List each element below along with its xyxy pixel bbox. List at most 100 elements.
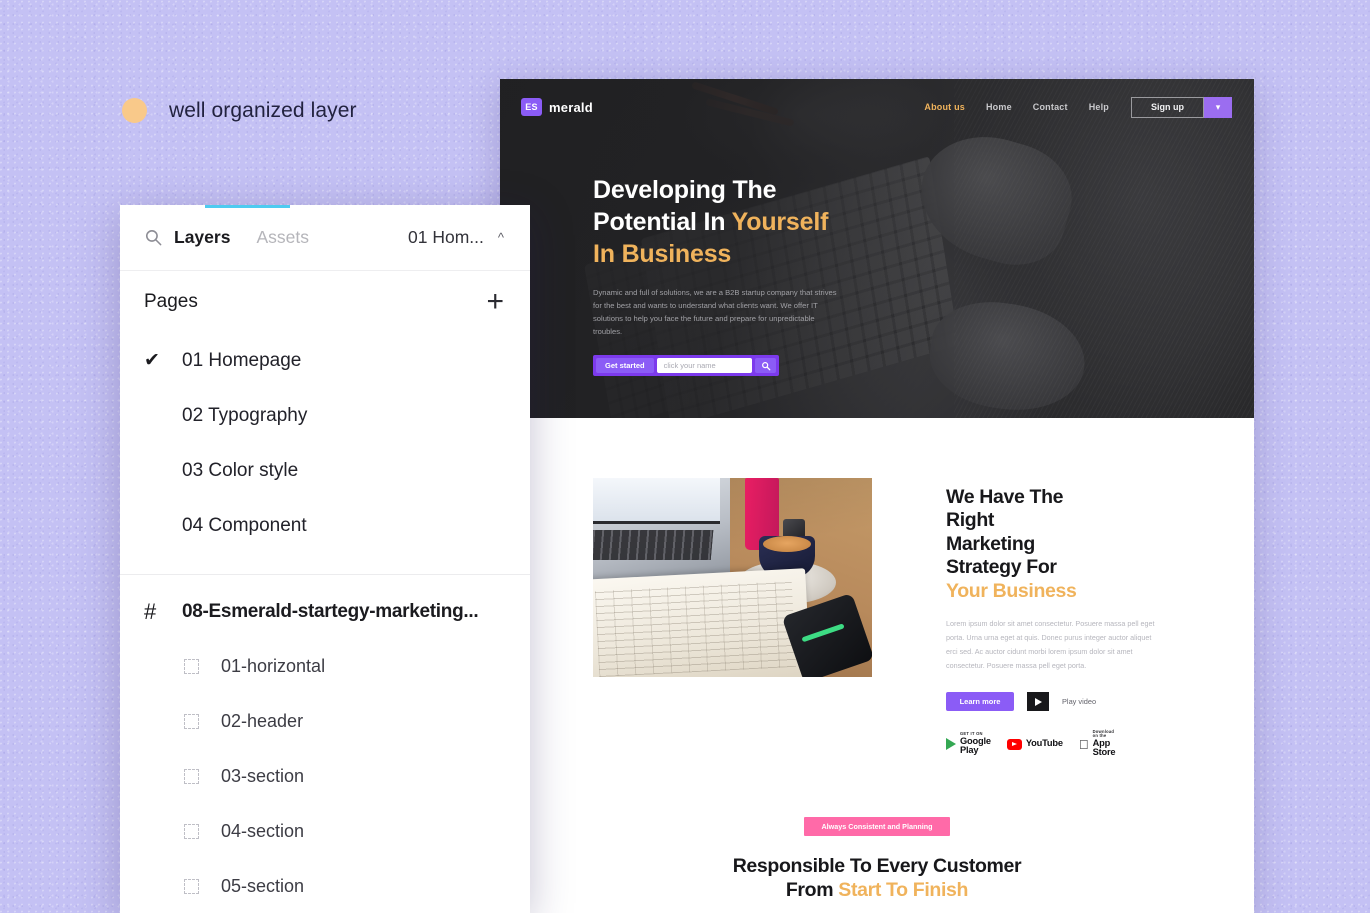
page-item-04-component[interactable]: 04 Component <box>120 498 530 553</box>
hero-heading-line1: Developing The <box>593 176 777 204</box>
layer-item-01-horizontal[interactable]: 01-horizontal <box>120 639 530 694</box>
nav-link-help[interactable]: Help <box>1089 102 1109 112</box>
responsible-heading-line1: Responsible To Every Customer <box>732 855 1022 878</box>
page-item-02-typography[interactable]: 02 Typography <box>120 388 530 443</box>
check-icon: ✔ <box>144 350 160 371</box>
layer-item-label: 01-horizontal <box>221 656 326 676</box>
chevron-down-icon[interactable]: ▾ <box>1204 96 1232 118</box>
website-mockup: ES merald About us Home Contact Help Sig… <box>500 79 1254 913</box>
nav-link-contact[interactable]: Contact <box>1033 102 1068 112</box>
site-navbar: ES merald About us Home Contact Help Sig… <box>500 79 1254 135</box>
hero-content: Developing The Potential In Yourself In … <box>593 175 893 377</box>
page-item-01-homepage[interactable]: ✔ 01 Homepage <box>120 333 530 388</box>
status-badge: Always Consistent and Planning <box>804 817 950 837</box>
google-play-icon <box>946 738 956 751</box>
search-icon[interactable] <box>755 358 776 374</box>
strategy-actions: Learn more Play video <box>946 692 1100 712</box>
apple-icon:  <box>1079 738 1089 751</box>
strategy-paragraph: Lorem ipsum dolor sit amet consectetur. … <box>946 618 1155 671</box>
google-play-big: Google Play <box>960 735 991 756</box>
play-icon[interactable] <box>1027 692 1049 712</box>
responsible-heading-line2: From <box>785 878 839 901</box>
logo-badge: ES <box>521 98 542 116</box>
hero-heading: Developing The Potential In Yourself In … <box>593 175 893 270</box>
page-item-label: 03 Color style <box>182 459 299 481</box>
page-item-label: 02 Typography <box>182 404 308 426</box>
layer-item-label: 02-header <box>221 711 304 731</box>
app-store-badge[interactable]:  Download on the App Store <box>1079 730 1116 758</box>
youtube-badge[interactable]: YouTube <box>1006 738 1063 750</box>
annotation-dot <box>122 98 147 123</box>
strategy-heading: We Have The Right Marketing Strategy For… <box>946 486 1100 603</box>
photo-laptop <box>593 478 730 586</box>
strategy-content: We Have The Right Marketing Strategy For… <box>872 478 1155 758</box>
tab-layers[interactable]: Layers <box>174 227 230 248</box>
panel-accent-bar <box>205 205 290 208</box>
signup-button[interactable]: Sign up <box>1131 96 1204 118</box>
photo-coffee-crema <box>763 536 811 552</box>
page-item-label: 04 Component <box>182 514 307 536</box>
logo-text: merald <box>549 99 593 115</box>
layer-item-label: 03-section <box>221 766 305 786</box>
layer-item-02-header[interactable]: 02-header <box>120 694 530 749</box>
google-play-badge[interactable]: GET IT ON Google Play <box>946 731 991 756</box>
nav-links: About us Home Contact Help <box>924 102 1109 112</box>
panel-header: Layers Assets 01 Hom... ^ <box>120 205 530 271</box>
frame-icon <box>184 879 221 894</box>
annotation: well organized layer <box>122 98 357 123</box>
hero-heading-highlight-2: In Business <box>593 239 732 268</box>
responsible-heading-highlight: Start To Finish <box>838 878 969 901</box>
youtube-big: YouTube <box>1025 738 1063 749</box>
hero-section: ES merald About us Home Contact Help Sig… <box>500 79 1254 418</box>
site-logo[interactable]: ES merald <box>521 98 593 116</box>
page-item-03-color-style[interactable]: 03 Color style <box>120 443 530 498</box>
layer-frame-label: 08-Esmerald-startegy-marketing... <box>182 600 479 622</box>
get-started-button[interactable]: Get started <box>596 358 654 374</box>
responsible-section: Always Consistent and Planning Responsib… <box>500 816 1254 913</box>
layer-item-03-section[interactable]: 03-section <box>120 749 530 804</box>
hero-cta-row: Get started click your name <box>593 355 779 377</box>
page-item-label: 01 Homepage <box>182 349 302 371</box>
hero-heading-line2: Potential In <box>593 207 732 236</box>
play-video-label[interactable]: Play video <box>1062 697 1096 706</box>
photo-laptop-keyboard <box>593 530 714 560</box>
add-page-button[interactable]: + <box>486 287 504 317</box>
hero-paragraph: Dynamic and full of solutions, we are a … <box>593 288 837 337</box>
nav-link-home[interactable]: Home <box>986 102 1012 112</box>
signup-button-group[interactable]: Sign up ▾ <box>1131 96 1232 118</box>
frame-icon <box>184 714 221 729</box>
search-icon[interactable] <box>144 228 174 247</box>
app-store-big: App Store <box>1082 737 1116 758</box>
frame-icon <box>184 659 221 674</box>
strategy-heading-line2: Marketing Strategy For <box>946 532 1057 579</box>
layer-item-label: 05-section <box>221 876 305 896</box>
canvas: well organized layer ES merald About us … <box>0 0 1370 913</box>
youtube-icon <box>1006 738 1022 750</box>
responsible-heading: Responsible To Every Customer From Start… <box>500 855 1254 902</box>
hero-heading-highlight-1: Yourself <box>731 207 829 236</box>
strategy-heading-highlight: Your Business <box>946 579 1077 602</box>
photo-notebook <box>593 568 811 677</box>
hero-name-input[interactable]: click your name <box>656 358 752 374</box>
pages-title: Pages <box>144 291 198 312</box>
hash-frame-icon: # <box>144 598 157 624</box>
layer-item-05-section[interactable]: 05-section <box>120 859 530 913</box>
page-selector[interactable]: 01 Hom... ^ <box>408 227 504 248</box>
layer-frame-root[interactable]: # 08-Esmerald-startegy-marketing... <box>120 584 530 639</box>
store-badges: GET IT ON Google Play YouTube  Downl <box>946 730 1116 758</box>
layer-item-04-section[interactable]: 04-section <box>120 804 530 859</box>
pages-header: Pages + <box>120 271 530 333</box>
strategy-heading-line1: We Have The Right <box>946 486 1064 532</box>
tab-assets[interactable]: Assets <box>256 227 309 248</box>
nav-link-about-us[interactable]: About us <box>924 102 965 112</box>
strategy-photo <box>593 478 872 677</box>
photo-laptop-screen <box>593 478 720 524</box>
frame-icon <box>184 824 221 839</box>
chevron-up-icon[interactable]: ^ <box>498 230 504 245</box>
layer-item-label: 04-section <box>221 821 305 841</box>
strategy-section: We Have The Right Marketing Strategy For… <box>500 418 1254 758</box>
page-selector-value: 01 Hom... <box>408 227 484 247</box>
panel-divider <box>120 574 530 575</box>
learn-more-button[interactable]: Learn more <box>946 692 1014 712</box>
annotation-label: well organized layer <box>169 98 357 122</box>
